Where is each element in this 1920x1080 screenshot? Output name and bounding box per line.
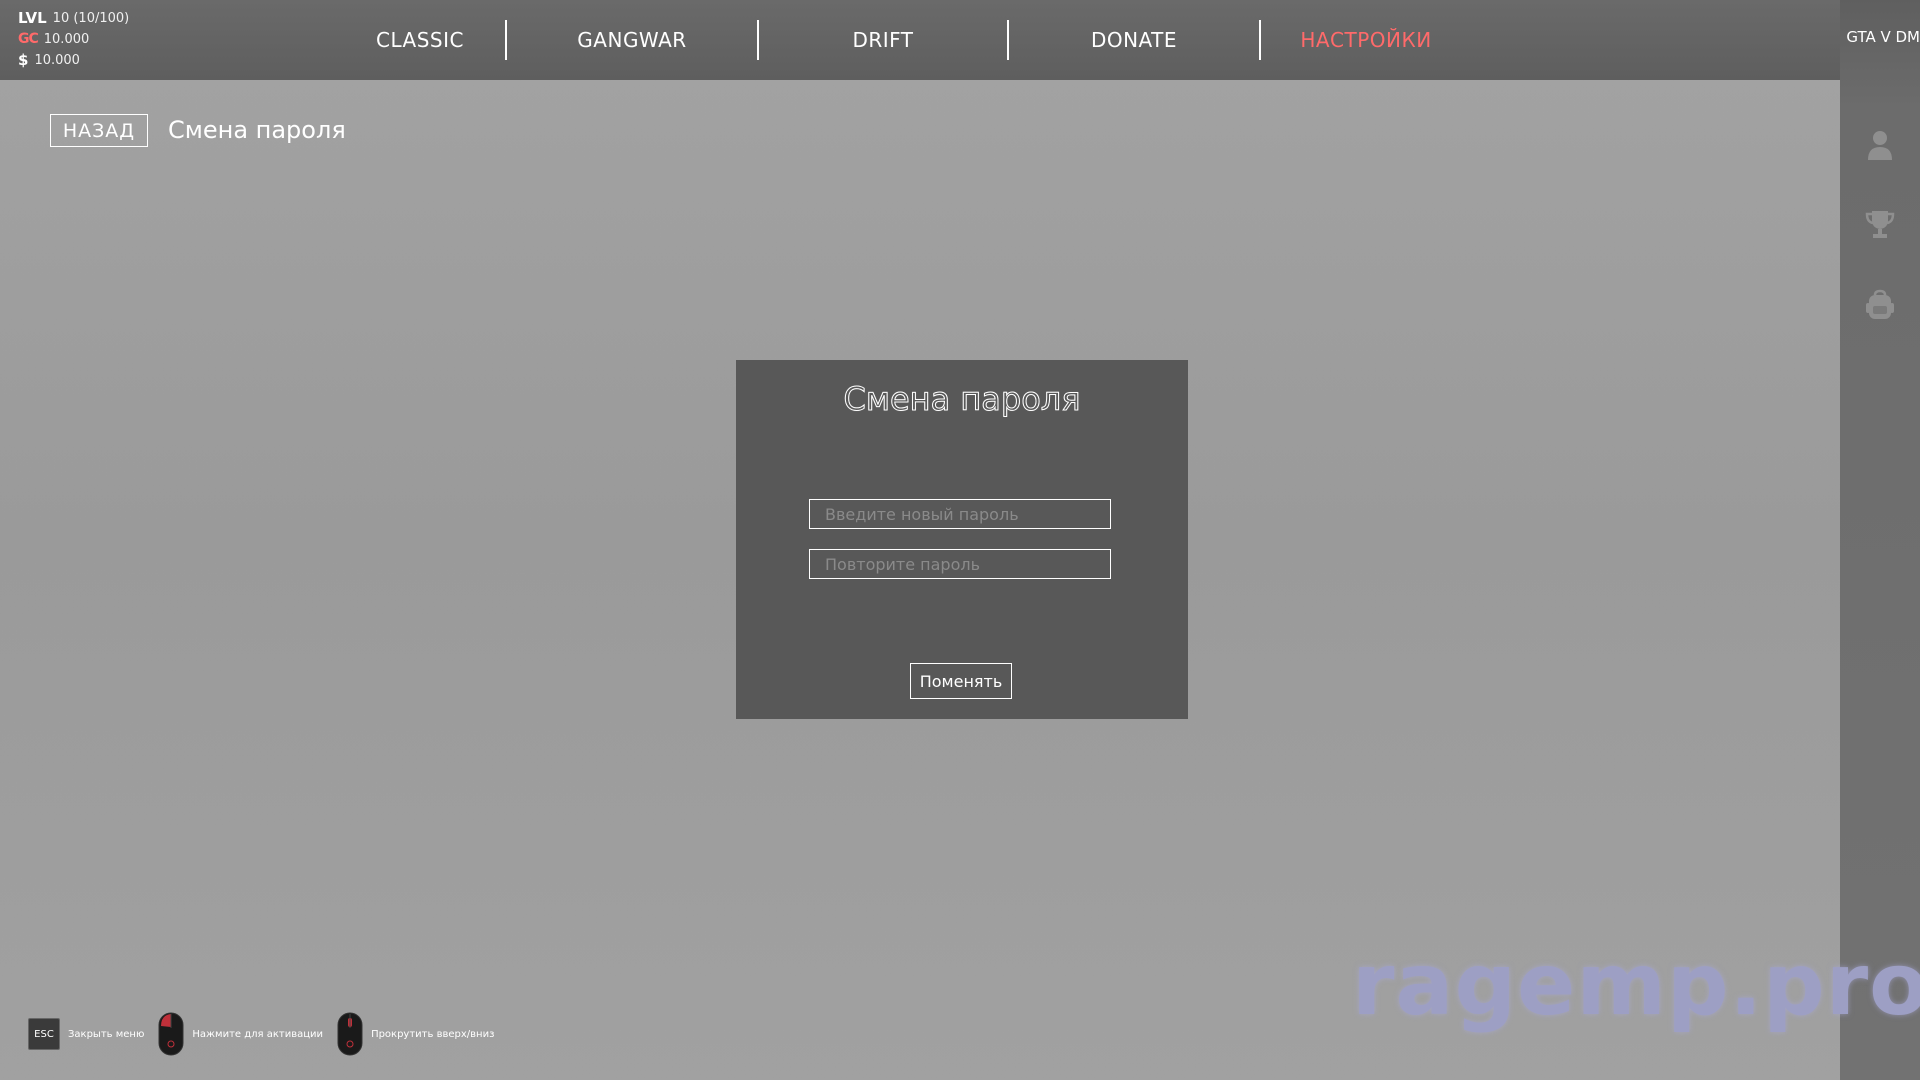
- page-title: Смена пароля: [168, 116, 346, 144]
- nav-classic[interactable]: CLASSIC: [335, 20, 507, 60]
- esc-key-icon: ESC: [28, 1018, 60, 1050]
- money-value: 10.000: [34, 53, 80, 68]
- top-bar: LVL 10 (10/100) GC 10.000 $ 10.000 CLASS…: [0, 0, 1840, 80]
- level-row: LVL 10 (10/100): [18, 8, 129, 29]
- hint-click: Нажмите для активации: [158, 1012, 323, 1056]
- backpack-icon[interactable]: [1864, 288, 1896, 322]
- main-nav: CLASSIC GANGWAR DRIFT DONATE НАСТРОЙКИ: [335, 0, 1471, 80]
- dialog-title: Смена пароля: [843, 380, 1081, 419]
- gc-value: 10.000: [43, 32, 90, 47]
- new-password-input[interactable]: [809, 499, 1111, 529]
- change-password-dialog: Смена пароля Поменять: [736, 360, 1188, 719]
- hint-scroll-label: Прокрутить вверх/вниз: [371, 1028, 495, 1040]
- right-sidebar: GTA V DM: [1840, 0, 1920, 1080]
- gc-icon: GC: [18, 31, 39, 47]
- hint-scroll: Прокрутить вверх/вниз: [337, 1012, 494, 1056]
- money-row: $ 10.000: [18, 50, 129, 71]
- mouse-scroll-icon: [337, 1012, 363, 1056]
- hint-click-label: Нажмите для активации: [192, 1028, 324, 1040]
- dollar-icon: $: [18, 51, 29, 69]
- mouse-left-click-icon: [158, 1012, 184, 1056]
- nav-settings[interactable]: НАСТРОЙКИ: [1261, 20, 1471, 60]
- back-button[interactable]: НАЗАД: [50, 114, 148, 147]
- change-password-button[interactable]: Поменять: [910, 663, 1012, 699]
- player-stats: LVL 10 (10/100) GC 10.000 $ 10.000: [18, 8, 129, 71]
- nav-gangwar[interactable]: GANGWAR: [507, 20, 759, 60]
- brand-label: GTA V DM: [1846, 28, 1920, 46]
- nav-drift[interactable]: DRIFT: [759, 20, 1009, 60]
- trophy-icon[interactable]: [1864, 207, 1896, 241]
- hint-close-label: Закрыть меню: [68, 1028, 145, 1040]
- gc-row: GC 10.000: [18, 29, 129, 50]
- nav-donate[interactable]: DONATE: [1009, 20, 1261, 60]
- level-label: LVL: [18, 9, 47, 27]
- control-hints: ESC Закрыть меню Нажмите для активации П…: [28, 1012, 494, 1056]
- hint-close-menu: ESC Закрыть меню: [28, 1018, 144, 1050]
- watermark: ragemp.pro: [1352, 935, 1920, 1035]
- user-icon[interactable]: [1864, 128, 1896, 162]
- level-value: 10 (10/100): [52, 11, 130, 26]
- repeat-password-input[interactable]: [809, 549, 1111, 579]
